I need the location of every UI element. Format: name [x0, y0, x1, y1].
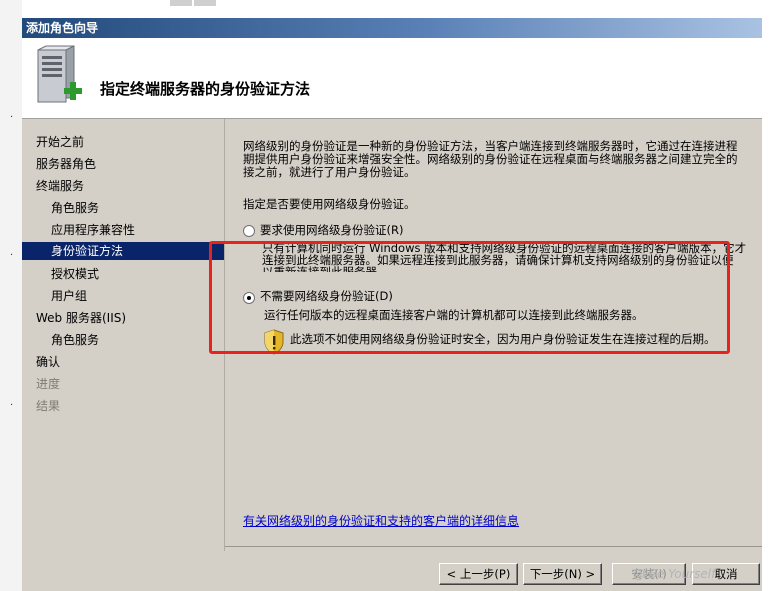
intro-line-1: 网络级别的身份验证是一种新的身份验证方法，当客户端连接到终端服务器时，它通过在连… — [243, 139, 738, 153]
nav-step-app-compatibility[interactable]: 应用程序兼容性 — [22, 220, 224, 241]
nla-info-link[interactable]: 有关网络级别的身份验证和支持的客户端的详细信息 — [243, 512, 519, 529]
page-title: 指定终端服务器的身份验证方法 — [100, 80, 311, 98]
nav-step-before-you-begin[interactable]: 开始之前 — [22, 132, 224, 153]
auth-prompt: 指定是否要使用网络级身份验证。 — [243, 197, 416, 211]
back-button[interactable]: < 上一步(P) — [439, 563, 518, 585]
background-text-fragment: · — [10, 400, 14, 411]
wizard-header: 指定终端服务器的身份验证方法 — [22, 38, 762, 119]
nav-step-licensing-mode[interactable]: 授权模式 — [22, 264, 224, 285]
highlight-box — [209, 241, 730, 354]
next-button[interactable]: 下一步(N) > — [523, 563, 602, 585]
watermark: @ Be Yourself — [633, 567, 716, 581]
footer-divider — [225, 546, 762, 547]
nav-step-server-roles[interactable]: 服务器角色 — [22, 154, 224, 175]
require-nla-label[interactable]: 要求使用网络级身份验证(R) — [260, 223, 403, 237]
wizard-steps-nav: 开始之前 服务器角色 终端服务 角色服务 应用程序兼容性 身份验证方法 授权模式… — [22, 119, 225, 551]
nav-step-iis-role-services[interactable]: 角色服务 — [22, 330, 224, 351]
intro-line-3: 接之前，就进行了用户身份验证。 — [243, 165, 416, 179]
nav-step-authentication-method[interactable]: 身份验证方法 — [22, 242, 224, 260]
require-nla-radio[interactable] — [243, 225, 255, 237]
nav-step-user-groups[interactable]: 用户组 — [22, 286, 224, 307]
nav-step-terminal-services[interactable]: 终端服务 — [22, 176, 224, 197]
intro-line-2: 期提供用户身份验证来增强安全性。网络级别的身份验证在远程桌面与终端服务器之间建立… — [243, 152, 738, 166]
background-text-fragment: · — [10, 250, 14, 261]
background-window-edge — [0, 0, 22, 591]
nav-step-progress: 进度 — [36, 377, 61, 391]
background-toolbar-fragment — [170, 0, 216, 6]
nav-step-web-server-iis[interactable]: Web 服务器(IIS) — [22, 308, 224, 329]
nav-step-role-services[interactable]: 角色服务 — [22, 198, 224, 219]
nav-step-confirmation[interactable]: 确认 — [22, 352, 224, 373]
server-add-icon — [37, 45, 82, 103]
nav-step-results: 结果 — [36, 399, 61, 413]
background-text-fragment: · — [10, 112, 14, 123]
window-title[interactable]: 添加角色向导 — [22, 18, 762, 38]
